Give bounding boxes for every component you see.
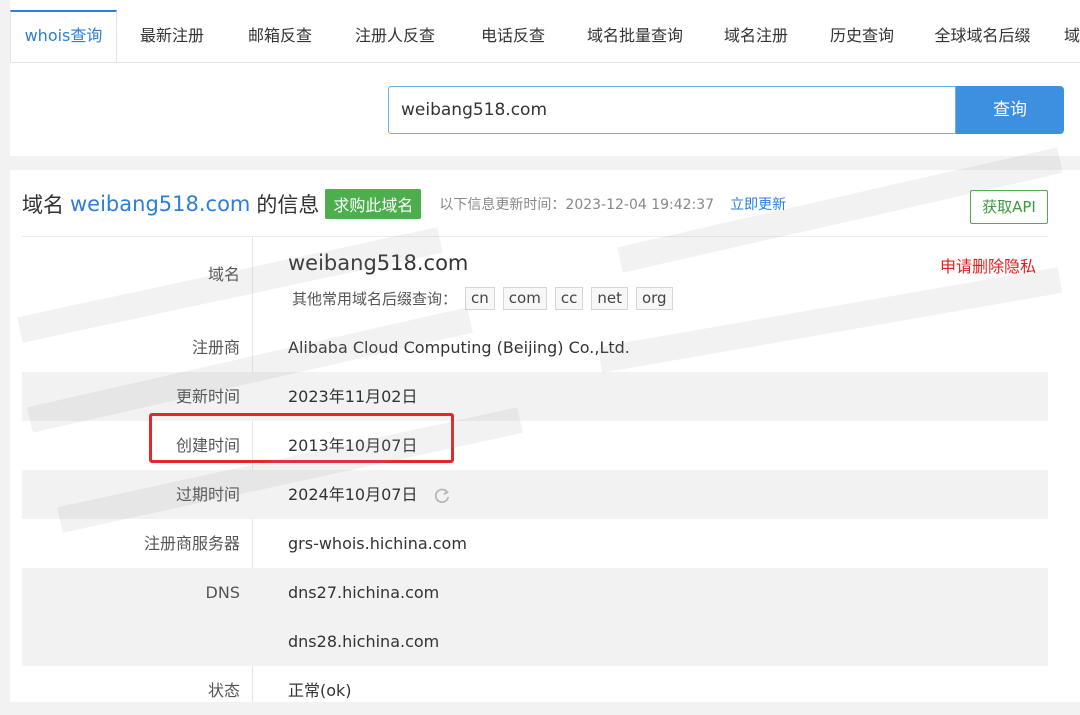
tab-batch-query[interactable]: 域名批量查询 <box>569 10 701 62</box>
tab-latest-registered[interactable]: 最新注册 <box>117 10 227 62</box>
dns-value: dns27.hichina.com <box>288 583 440 602</box>
update-now-link[interactable]: 立即更新 <box>730 194 786 214</box>
row-registrar: 注册商 Alibaba Cloud Computing (Beijing) Co… <box>22 323 1048 372</box>
row-dns-2: dns28.hichina.com <box>22 617 1048 666</box>
suffix-net-link[interactable]: net <box>591 287 628 310</box>
suffix-query-line: 其他常用域名后缀查询： cn com cc net org <box>292 287 673 310</box>
tab-domain-register[interactable]: 域名注册 <box>701 10 811 62</box>
row-status: 状态 正常(ok) <box>22 666 1048 715</box>
tab-history[interactable]: 历史查询 <box>811 10 913 62</box>
row-label: 注册商服务器 <box>143 534 240 553</box>
tab-global-suffix[interactable]: 全球域名后缀 <box>913 10 1052 62</box>
row-label: 过期时间 <box>175 485 240 504</box>
dns-value: dns28.hichina.com <box>288 632 440 651</box>
search-button[interactable]: 查询 <box>956 86 1064 134</box>
row-label: DNS <box>205 583 240 602</box>
tab-phone-reverse[interactable]: 电话反查 <box>457 10 569 62</box>
info-title-domain[interactable]: weibang518.com <box>70 192 250 216</box>
suffix-com-link[interactable]: com <box>502 287 547 310</box>
registrar-value: Alibaba Cloud Computing (Beijing) Co.,Lt… <box>288 338 630 357</box>
row-domain: 域名 weibang518.com 其他常用域名后缀查询： cn com cc … <box>22 237 1048 323</box>
suffix-cc-link[interactable]: cc <box>554 287 584 310</box>
row-dns-1: DNS dns27.hichina.com <box>22 568 1048 617</box>
whois-table: 域名 weibang518.com 其他常用域名后缀查询： cn com cc … <box>22 236 1048 715</box>
domain-value: weibang518.com <box>288 251 469 275</box>
row-label: 注册商 <box>191 338 240 357</box>
suffix-cn-link[interactable]: cn <box>465 287 495 310</box>
tab-registrant-reverse[interactable]: 注册人反查 <box>333 10 457 62</box>
highlight-annotation <box>149 413 454 463</box>
tab-more[interactable]: 域 <box>1052 10 1080 62</box>
refresh-icon[interactable] <box>433 487 451 505</box>
info-header: 域名 weibang518.com 的信息 求购此域名 以下信息更新时间：202… <box>22 186 786 222</box>
tab-bar: whois查询 最新注册 邮箱反查 注册人反查 电话反查 域名批量查询 域名注册… <box>10 10 1080 63</box>
info-title-suffix: 的信息 <box>256 193 320 217</box>
suffix-prompt: 其他常用域名后缀查询： <box>292 290 458 308</box>
row-expires: 过期时间 2024年10月07日 <box>22 470 1048 519</box>
buy-domain-button[interactable]: 求购此域名 <box>325 189 422 219</box>
search-card: whois查询 最新注册 邮箱反查 注册人反查 电话反查 域名批量查询 域名注册… <box>10 0 1080 156</box>
get-api-button[interactable]: 获取API <box>970 190 1048 224</box>
row-label: 状态 <box>207 681 240 700</box>
status-value: 正常(ok) <box>288 681 352 700</box>
update-time-text: 以下信息更新时间：2023-12-04 19:42:37 <box>439 197 715 213</box>
expires-value: 2024年10月07日 <box>288 485 418 504</box>
info-title-prefix: 域名 <box>22 193 64 217</box>
row-whois-server: 注册商服务器 grs-whois.hichina.com <box>22 519 1048 568</box>
remove-privacy-link[interactable]: 申请删除隐私 <box>940 253 1036 277</box>
tab-whois[interactable]: whois查询 <box>10 10 117 62</box>
suffix-org-link[interactable]: org <box>635 287 673 310</box>
expires-value-wrap: 2024年10月07日 <box>288 470 451 519</box>
whois-server-value[interactable]: grs-whois.hichina.com <box>288 519 467 568</box>
domain-search-input[interactable]: weibang518.com <box>388 86 956 134</box>
tab-email-reverse[interactable]: 邮箱反查 <box>227 10 333 62</box>
